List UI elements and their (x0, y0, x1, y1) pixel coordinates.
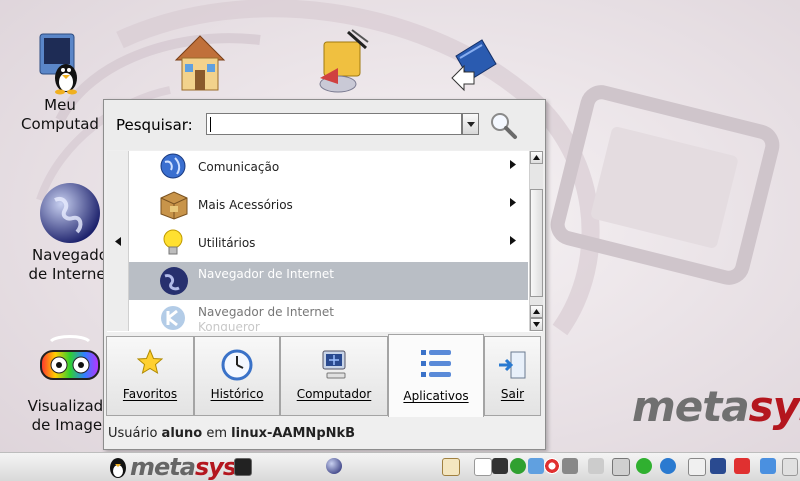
tab-label: Computador (296, 387, 372, 401)
start-menu-button-tux-icon[interactable] (106, 455, 130, 479)
network-icon[interactable] (492, 458, 508, 474)
chevron-right-icon (510, 160, 516, 169)
menu-items: Comunicação Mais Acessórios Utilitários (129, 151, 528, 331)
desktop-icon-my-computer[interactable]: Meu Computad (5, 28, 115, 134)
search-icon[interactable] (488, 110, 518, 140)
web-browser-globe-icon (37, 180, 103, 246)
chevron-up-icon (533, 155, 540, 160)
taskbar-metasys-logo[interactable]: metasys (130, 453, 237, 481)
green-status-icon[interactable] (510, 458, 526, 474)
text-caret (210, 117, 211, 132)
desktop-icon-office[interactable] (285, 28, 395, 96)
lightbulb-icon (163, 229, 183, 255)
lifebuoy-icon[interactable] (544, 458, 560, 474)
mail-icon[interactable] (688, 458, 706, 476)
home-folder-icon (168, 28, 232, 96)
metasys-logo: metasys (632, 382, 800, 431)
tools-icon[interactable] (528, 458, 544, 474)
tab-favoritos[interactable]: Favoritos (106, 336, 194, 416)
tab-computador[interactable]: Computador (280, 336, 388, 416)
settings-icon[interactable] (562, 458, 578, 474)
image-viewer-glasses-icon (37, 335, 103, 397)
scrollbar-thumb[interactable] (530, 189, 543, 297)
computer-tux-icon (28, 28, 92, 96)
globe-icon (160, 153, 186, 179)
kde-icon[interactable] (442, 458, 460, 476)
show-desktop-icon[interactable] (782, 458, 798, 476)
menu-item-navegador-de-internet[interactable]: Navegador de Internet (129, 262, 528, 300)
search-label: Pesquisar: (116, 116, 193, 134)
star-icon (137, 349, 163, 375)
konqueror-icon (161, 306, 185, 330)
green-circle-icon[interactable] (636, 458, 652, 474)
scroll-down-button-upper[interactable] (530, 305, 543, 318)
taskbar: metasys (0, 452, 800, 481)
chevron-right-icon (510, 236, 516, 245)
tab-label: Sair (500, 387, 525, 401)
tab-aplicativos[interactable]: Aplicativos (388, 334, 484, 417)
menu-item-label: Navegador de Internet (198, 267, 334, 281)
battery-icon[interactable] (612, 458, 630, 476)
search-history-dropdown-button[interactable] (462, 113, 479, 135)
menu-tabs: Favoritos Histórico Computador Aplicativ… (104, 334, 545, 418)
menu-item-label: Mais Acessórios (198, 198, 293, 212)
tab-label: Histórico (210, 387, 264, 401)
menu-item-mais-acessorios[interactable]: Mais Acessórios (129, 186, 528, 224)
search-bar: Pesquisar: (104, 100, 545, 150)
media-icon[interactable] (474, 458, 492, 476)
scroll-down-button[interactable] (530, 318, 543, 331)
terminal-icon[interactable] (234, 458, 252, 476)
applications-list: Comunicação Mais Acessórios Utilitários (107, 151, 543, 332)
arrow-icon[interactable] (710, 458, 726, 474)
back-button[interactable] (107, 151, 129, 331)
desktop-icon-shortcut[interactable] (415, 28, 525, 96)
shortcut-book-icon (438, 28, 502, 96)
logout-door-icon (498, 351, 525, 379)
chevron-up-icon (533, 309, 540, 314)
menu-item-comunicacao[interactable]: Comunicação (129, 151, 528, 186)
tab-historico[interactable]: Histórico (194, 336, 280, 416)
tab-sair[interactable]: Sair (484, 336, 541, 416)
globe-icon (160, 267, 188, 295)
menu-item-utilitarios[interactable]: Utilitários (129, 224, 528, 262)
list-scrollbar[interactable] (529, 151, 543, 331)
chevron-right-icon (510, 198, 516, 207)
update-icon[interactable] (760, 458, 776, 474)
user-info-prefix: Usuário (108, 426, 158, 441)
menu-item-label: Navegador de Internet (198, 305, 334, 319)
user-info-connector: em (206, 426, 228, 441)
menu-item-konqueror[interactable]: Navegador de Internet Konqueror (129, 300, 528, 331)
scroll-up-button[interactable] (530, 151, 543, 164)
chevron-left-icon (114, 236, 121, 246)
computer-icon (322, 350, 346, 379)
user-name: aluno (161, 426, 203, 441)
globe-icon[interactable] (326, 458, 342, 474)
menu-item-label: Utilitários (198, 236, 256, 250)
menu-item-sublabel: Konqueror (198, 320, 260, 331)
menu-item-label: Comunicação (198, 160, 280, 174)
close-icon[interactable] (734, 458, 750, 474)
chevron-down-icon (533, 322, 540, 327)
tab-label: Favoritos (122, 387, 178, 401)
search-input[interactable] (206, 113, 462, 135)
host-name: linux-AAMNpNkB (231, 426, 356, 441)
tab-label: Aplicativos (403, 389, 469, 403)
start-menu: Pesquisar: Comunicação Mais Acessórios U… (103, 99, 546, 450)
chevron-down-icon (466, 121, 475, 127)
office-documents-icon (308, 28, 372, 96)
desktop-icon-home[interactable] (145, 28, 255, 96)
desktop-icon-label: Meu Computad (21, 96, 99, 133)
clock-icon (221, 349, 253, 381)
user-info: Usuário aluno em linux-AAMNpNkB (108, 426, 355, 441)
applications-list-icon (421, 350, 451, 377)
volume-icon[interactable] (588, 458, 604, 474)
blue-circle-icon[interactable] (660, 458, 676, 474)
package-box-icon (160, 191, 188, 220)
